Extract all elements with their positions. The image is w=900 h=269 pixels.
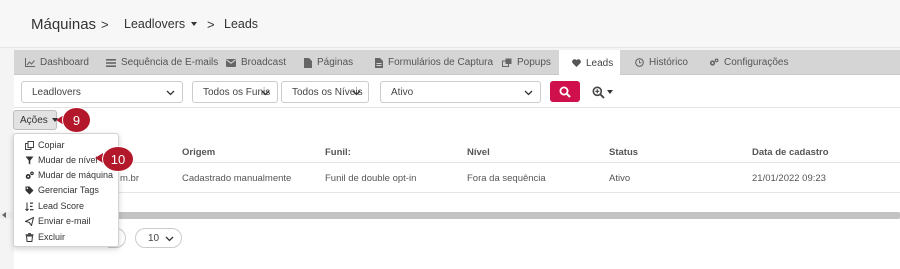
menu-item-gerenciar-tags[interactable]: Gerenciar Tags	[25, 184, 99, 196]
advanced-search-button[interactable]	[592, 82, 616, 102]
actions-button[interactable]: Ações	[13, 110, 58, 130]
envelope-icon	[226, 58, 236, 67]
level-select[interactable]: Todos os Níveis	[281, 81, 369, 103]
menu-item-mudar-maquina[interactable]: Mudar de máquina	[25, 169, 113, 181]
menu-item-excluir[interactable]: Excluir	[25, 231, 65, 243]
actions-menu: Copiar Mudar de nível Mudar de máquina G…	[13, 133, 119, 247]
tab-popups[interactable]: Popups	[502, 50, 551, 75]
page-title: Máquinas	[31, 15, 97, 33]
menu-item-label: Enviar e-mail	[38, 216, 91, 226]
tab-leads[interactable]: Leads	[559, 50, 620, 76]
machine-select-value: Leadlovers	[32, 86, 81, 98]
tab-formularios[interactable]: Formulários de Captura	[375, 50, 493, 75]
status-select[interactable]: Ativo	[380, 81, 541, 103]
column-header-nivel[interactable]: Nível	[467, 147, 490, 158]
chevron-down-icon	[524, 90, 533, 96]
copy-icon	[25, 140, 34, 150]
tab-label: Páginas	[317, 57, 354, 68]
chevron-down-icon	[165, 236, 174, 242]
breadcrumb-current: Leads	[224, 17, 259, 31]
history-icon	[635, 58, 644, 67]
zoom-plus-icon	[592, 86, 605, 99]
menu-item-label: Mudar de nível	[38, 155, 98, 165]
cell-funil: Funil de double opt-in	[325, 173, 417, 184]
tab-label: Histórico	[649, 57, 688, 68]
caret-down-icon	[191, 22, 198, 26]
chevron-down-icon	[166, 90, 175, 96]
menu-item-label: Lead Score	[38, 201, 85, 211]
gears-icon	[25, 171, 34, 179]
account-selector[interactable]: Leadlovers	[124, 0, 198, 48]
heart-icon	[572, 59, 581, 67]
tab-label: Popups	[517, 57, 551, 68]
cell-origem: Cadastrado manualmente	[182, 173, 292, 184]
status-select-value: Ativo	[391, 86, 414, 98]
cell-email[interactable]: m.br	[120, 173, 139, 184]
menu-item-enviar-email[interactable]: Enviar e-mail	[25, 215, 91, 227]
breadcrumb-separator: >	[101, 16, 109, 32]
column-header-origem[interactable]: Origem	[182, 147, 215, 158]
tab-bar: Dashboard Sequência de E-mails Broadcast…	[14, 50, 900, 76]
tab-broadcast[interactable]: Broadcast	[226, 50, 286, 75]
machine-select[interactable]: Leadlovers	[21, 81, 183, 103]
tab-historico[interactable]: Histórico	[635, 50, 688, 75]
callout-badge: 10	[103, 147, 133, 171]
tab-paginas[interactable]: Páginas	[304, 50, 353, 75]
table-row-divider	[14, 192, 900, 193]
cell-data: 21/01/2022 09:23	[752, 173, 826, 184]
cell-nivel: Fora da sequência	[467, 173, 546, 184]
gears-icon	[709, 58, 719, 66]
tags-icon	[25, 186, 34, 194]
menu-item-label: Mudar de máquina	[38, 170, 114, 180]
table-header-divider	[14, 162, 900, 163]
chevron-down-icon	[352, 90, 361, 96]
menu-item-lead-score[interactable]: Lead Score	[25, 200, 84, 212]
breadcrumb-separator: >	[207, 16, 215, 32]
column-header-status[interactable]: Status	[609, 147, 638, 158]
chevron-down-icon	[261, 90, 270, 96]
callout-pointer	[95, 153, 103, 163]
sort-icon	[25, 202, 34, 211]
send-icon	[25, 216, 34, 226]
menu-item-label: Copiar	[38, 140, 65, 150]
tab-label: Sequência de E-mails	[121, 57, 219, 68]
menu-item-label: Gerenciar Tags	[38, 185, 99, 195]
callout-badge: 9	[63, 108, 90, 132]
chart-icon	[25, 58, 35, 67]
column-header-funil[interactable]: Funil:	[325, 147, 351, 158]
account-label: Leadlovers	[124, 17, 186, 31]
list-icon	[106, 58, 116, 67]
tab-label: Dashboard	[40, 57, 89, 68]
tab-dashboard[interactable]: Dashboard	[25, 50, 89, 75]
actions-button-label: Ações	[20, 114, 48, 126]
menu-item-mudar-nivel[interactable]: Mudar de nível	[25, 154, 98, 166]
funnel-select[interactable]: Todos os Funis	[192, 81, 278, 103]
menu-item-copiar[interactable]: Copiar	[25, 139, 65, 151]
column-header-data[interactable]: Data de cadastro	[752, 147, 829, 158]
tab-label: Formulários de Captura	[388, 57, 494, 68]
form-icon	[375, 57, 383, 68]
search-button[interactable]	[550, 81, 580, 102]
trash-icon	[25, 232, 34, 242]
scroll-left-icon[interactable]	[2, 212, 6, 218]
filter-icon	[25, 156, 34, 164]
divider	[14, 107, 900, 108]
tab-sequencia[interactable]: Sequência de E-mails	[106, 50, 218, 75]
popup-icon	[502, 58, 512, 67]
tab-label: Configurações	[724, 57, 789, 68]
page-icon	[304, 57, 312, 68]
tab-label: Broadcast	[241, 57, 287, 68]
search-icon	[559, 86, 571, 98]
scrollbar-thumb[interactable]	[14, 212, 900, 219]
page-size-value: 10	[148, 232, 160, 244]
menu-item-label: Excluir	[38, 232, 66, 242]
cell-status: Ativo	[609, 173, 631, 184]
page-size-select[interactable]: 10	[135, 228, 182, 248]
tab-label: Leads	[586, 57, 614, 69]
tab-configuracoes[interactable]: Configurações	[709, 50, 788, 75]
caret-down-icon	[607, 90, 613, 94]
